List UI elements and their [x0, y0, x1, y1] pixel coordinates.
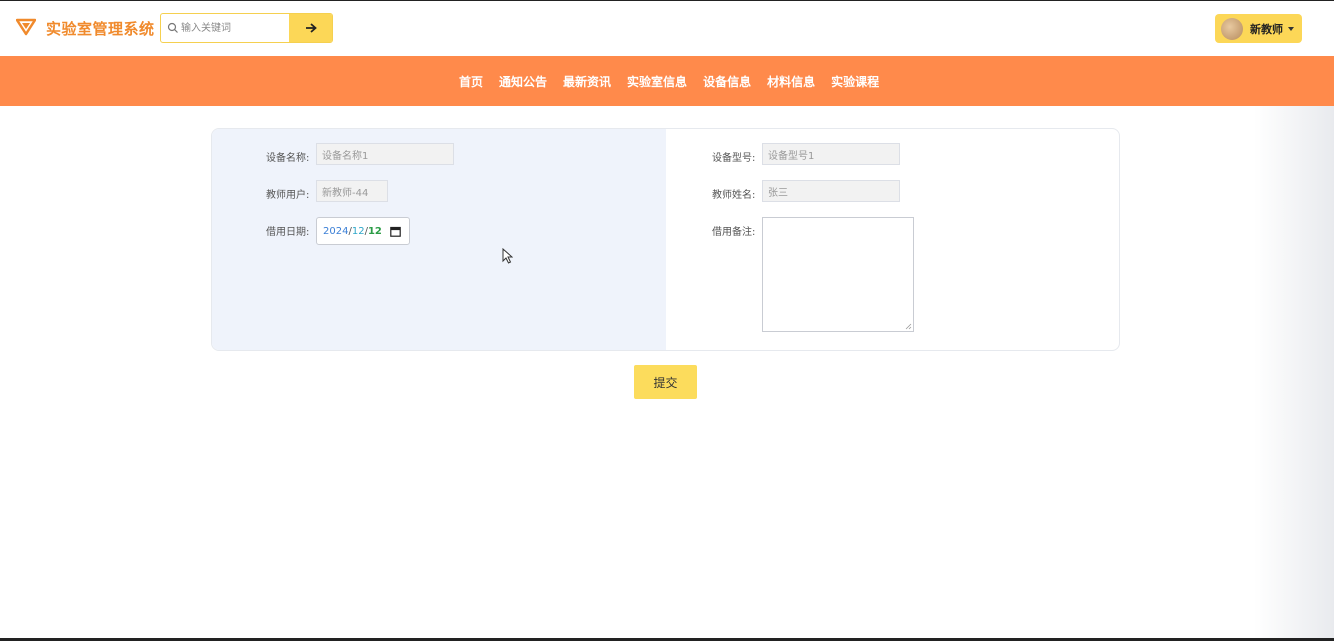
logo-text[interactable]: 实验室管理系统 — [46, 18, 155, 39]
borrow-note-textarea[interactable] — [762, 217, 914, 332]
nav-item-notices[interactable]: 通知公告 — [499, 73, 547, 90]
teacher-user-label: 教师用户: — [266, 190, 310, 201]
teacher-name-field[interactable]: 张三 — [762, 180, 900, 202]
triangle-logo-icon — [16, 18, 36, 36]
user-name: 新教师 — [1250, 22, 1283, 36]
device-name-field[interactable]: 设备名称1 — [316, 143, 454, 165]
date-day: 12 — [367, 225, 382, 237]
date-year: 2024 — [323, 225, 349, 237]
borrow-note-label: 借用备注: — [712, 227, 756, 238]
teacher-user-field[interactable]: 新教师-44 — [316, 180, 388, 202]
nav-item-news[interactable]: 最新资讯 — [563, 73, 611, 90]
main-nav: 首页 通知公告 最新资讯 实验室信息 设备信息 材料信息 实验课程 — [0, 56, 1334, 106]
date-month: 12 — [351, 225, 365, 237]
search-input[interactable] — [181, 14, 289, 42]
search-box — [160, 13, 333, 43]
submit-button[interactable]: 提交 — [634, 365, 697, 399]
device-name-label: 设备名称: — [266, 153, 310, 164]
device-model-label: 设备型号: — [712, 153, 756, 164]
mouse-cursor-icon — [502, 248, 513, 264]
avatar — [1221, 17, 1243, 40]
search-icon — [167, 22, 178, 33]
teacher-name-label: 教师姓名: — [712, 190, 756, 201]
nav-item-home[interactable]: 首页 — [459, 73, 483, 90]
calendar-icon[interactable] — [390, 226, 401, 237]
nav-items: 首页 通知公告 最新资讯 实验室信息 设备信息 材料信息 实验课程 — [459, 56, 895, 106]
arrow-right-icon — [305, 23, 317, 33]
right-edge-shade — [1254, 106, 1334, 638]
nav-item-labs[interactable]: 实验室信息 — [627, 73, 687, 90]
borrow-form: 设备名称: 设备名称1 教师用户: 新教师-44 借用日期: 2024 / 12… — [211, 128, 1120, 351]
resize-grip-icon[interactable] — [905, 323, 912, 330]
chevron-down-icon — [1288, 26, 1294, 31]
nav-item-equipment[interactable]: 设备信息 — [703, 73, 751, 90]
borrow-date-label: 借用日期: — [266, 227, 310, 238]
borrow-date-field[interactable]: 2024 / 12 / 12 — [316, 217, 410, 245]
search-submit-button[interactable] — [289, 14, 332, 42]
nav-item-courses[interactable]: 实验课程 — [831, 73, 879, 90]
nav-item-materials[interactable]: 材料信息 — [767, 73, 815, 90]
header: 实验室管理系统 新教师 — [0, 1, 1334, 56]
device-model-field[interactable]: 设备型号1 — [762, 143, 900, 165]
user-menu[interactable]: 新教师 — [1215, 14, 1302, 43]
